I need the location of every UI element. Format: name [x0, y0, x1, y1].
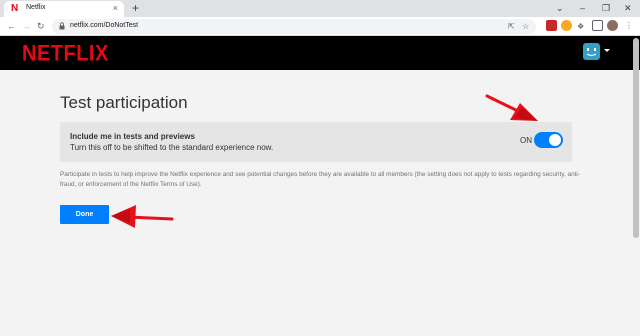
annotation-arrow-toggle: [485, 94, 538, 121]
annotation-arrow-done: [111, 205, 174, 228]
annotation-overlay: [111, 94, 538, 228]
